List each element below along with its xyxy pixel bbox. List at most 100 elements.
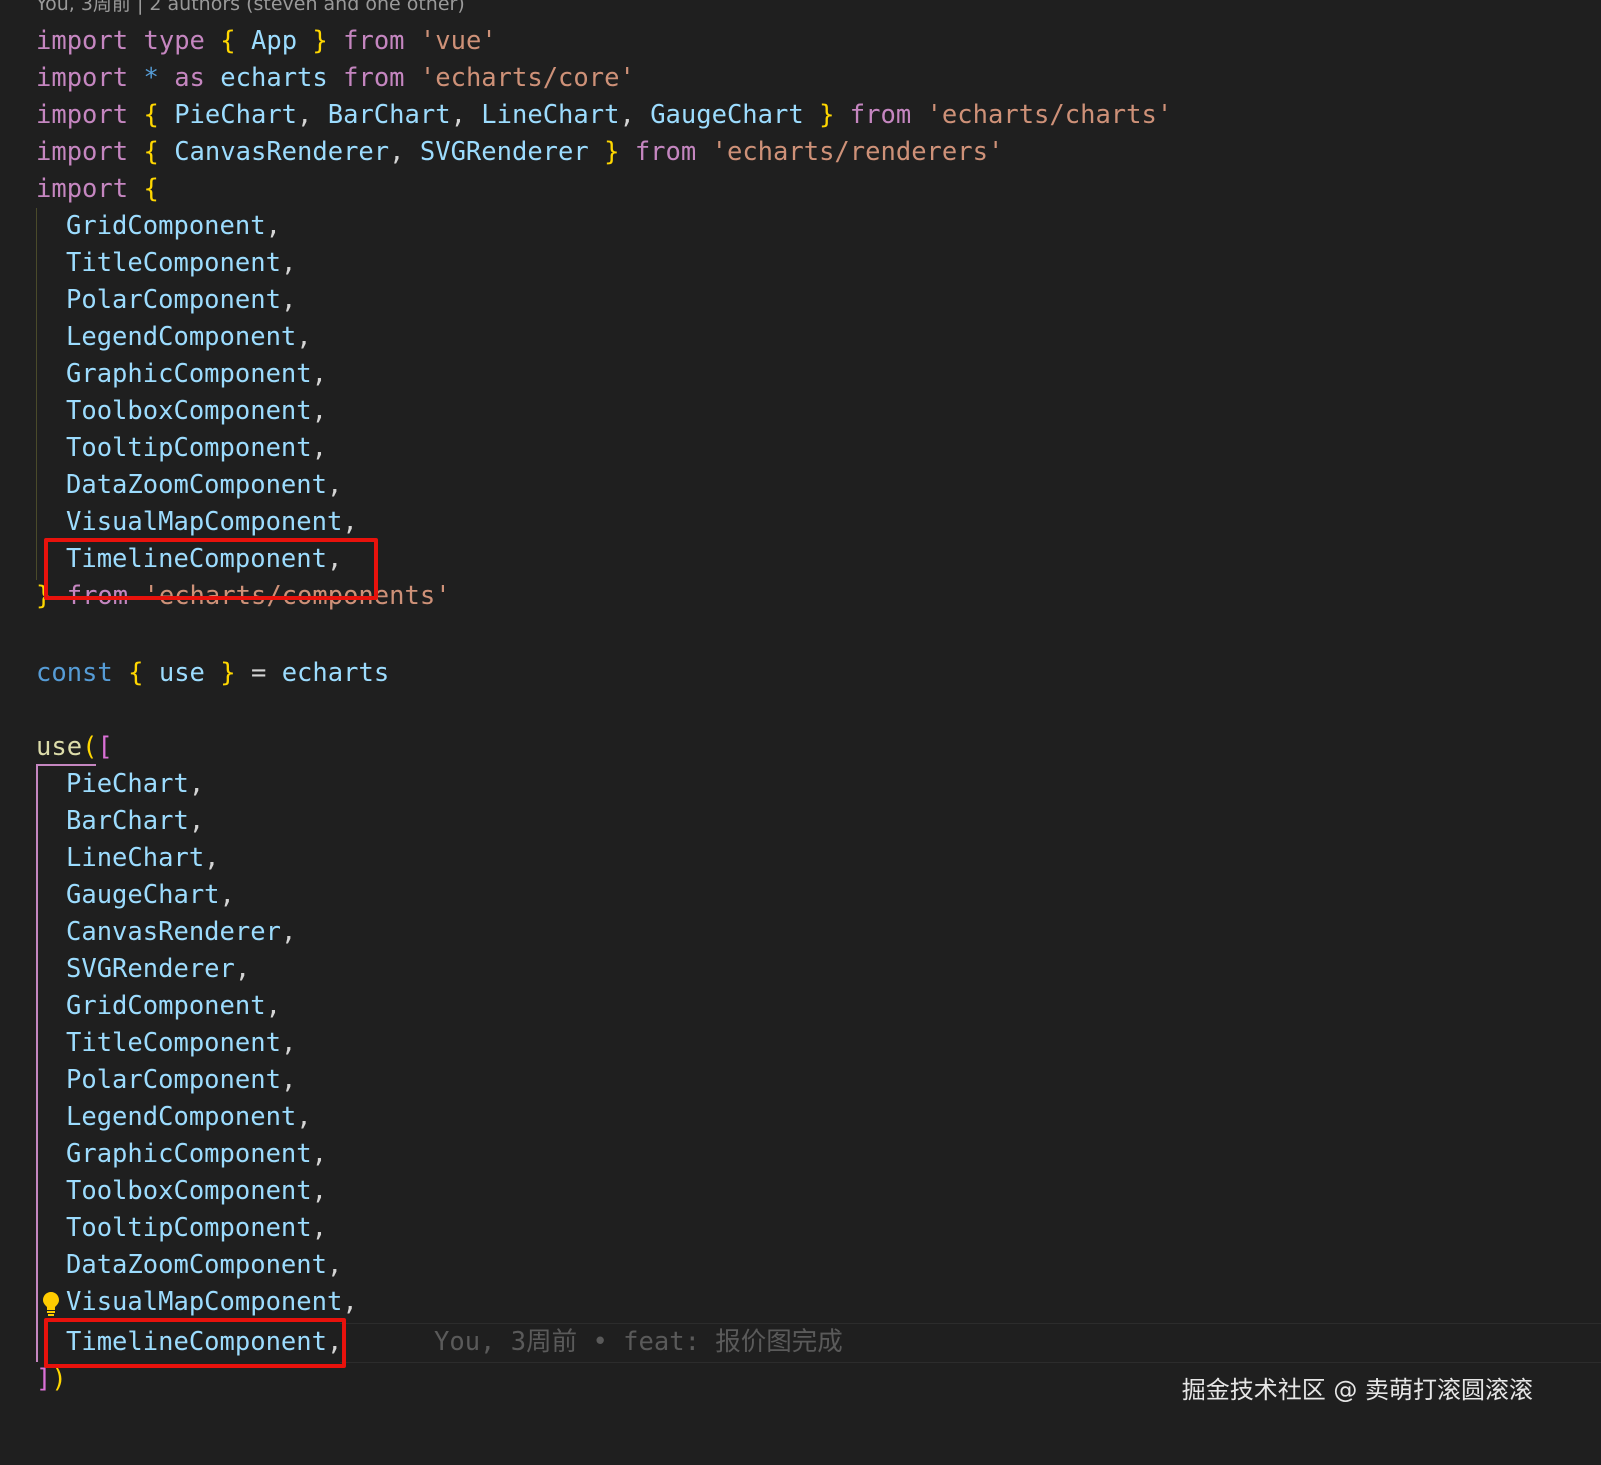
keyword: import (36, 174, 129, 204)
identifier: TooltipComponent (66, 1213, 312, 1243)
identifier: DataZoomComponent (66, 1250, 327, 1280)
string-literal: 'echarts/renderers' (711, 137, 1004, 167)
bracket: [ (97, 732, 113, 762)
code-line-5: import { (36, 170, 159, 208)
identifier: VisualMapComponent (66, 1287, 343, 1317)
import-item: LegendComponent, (66, 322, 312, 352)
lightbulb-icon[interactable] (42, 1291, 60, 1317)
string-literal: 'vue' (419, 26, 497, 56)
git-blame-codelens[interactable]: You, 3周前 | 2 authors (steven and one oth… (36, 0, 465, 15)
identifier: echarts (281, 658, 390, 688)
brace: { (143, 137, 159, 167)
inline-git-blame: You, 3周前 • feat: 报价图完成 (434, 1327, 843, 1357)
use-item: CanvasRenderer, (66, 917, 297, 947)
paren: ) (51, 1364, 67, 1394)
use-item: DataZoomComponent, (66, 1250, 343, 1280)
paren: ( (82, 732, 98, 762)
import-item: ToolboxComponent, (66, 396, 327, 426)
identifier: CanvasRenderer (66, 917, 281, 947)
identifier: ToolboxComponent (66, 396, 312, 426)
import-item: TooltipComponent, (66, 433, 327, 463)
identifier: CanvasRenderer (174, 137, 390, 167)
identifier: GaugeChart (66, 880, 220, 910)
identifier: PieChart (66, 769, 189, 799)
use-item: SVGRenderer, (66, 954, 251, 984)
use-item: ToolboxComponent, (66, 1176, 327, 1206)
use-item: GaugeChart, (66, 880, 235, 910)
keyword: as (174, 63, 205, 93)
use-item: BarChart, (66, 806, 205, 836)
keyword: import (36, 63, 129, 93)
import-item: GridComponent, (66, 211, 281, 241)
identifier: App (250, 26, 298, 56)
identifier: DataZoomComponent (66, 470, 327, 500)
identifier: LineChart (66, 843, 205, 873)
keyword: const (36, 658, 113, 688)
keyword: from (343, 26, 405, 56)
keyword: from (343, 63, 405, 93)
identifier: LegendComponent (66, 322, 297, 352)
string-literal: 'echarts/charts' (926, 100, 1173, 130)
keyword: from (634, 137, 697, 167)
identifier: echarts (220, 63, 328, 93)
use-item: GraphicComponent, (66, 1139, 327, 1169)
use-item: TitleComponent, (66, 1028, 297, 1058)
identifier: TitleComponent (66, 248, 281, 278)
identifier: BarChart (327, 100, 451, 130)
use-item: LineChart, (66, 843, 220, 873)
operator: * (143, 63, 159, 93)
use-item: VisualMapComponent, (66, 1287, 358, 1317)
identifier: BarChart (66, 806, 189, 836)
brace: } (312, 26, 328, 56)
code-line-3: import { PieChart, BarChart, LineChart, … (36, 100, 1173, 130)
identifier: GaugeChart (650, 100, 804, 130)
identifier: LegendComponent (66, 1102, 297, 1132)
identifier: use (158, 658, 205, 688)
watermark: 掘金技术社区 @ 卖萌打滚圆滚滚 (1181, 1376, 1533, 1404)
import-item: GraphicComponent, (66, 359, 327, 389)
keyword: from (849, 100, 912, 130)
brace: { (143, 174, 159, 204)
identifier: SVGRenderer (66, 954, 235, 984)
use-item: TooltipComponent, (66, 1213, 327, 1243)
const-line: const { use } = echarts (36, 654, 389, 692)
import-item: VisualMapComponent, (66, 507, 358, 537)
identifier: GraphicComponent (66, 1139, 312, 1169)
import-item: DataZoomComponent, (66, 470, 343, 500)
keyword: import (36, 26, 129, 56)
brace: { (220, 26, 236, 56)
brace: { (128, 658, 144, 688)
use-item: LegendComponent, (66, 1102, 312, 1132)
use-item: GridComponent, (66, 991, 281, 1021)
code-editor[interactable]: You, 3周前 | 2 authors (steven and one oth… (0, 0, 1601, 1465)
highlight-box-use (44, 1318, 346, 1368)
bracket: ] (36, 1364, 52, 1394)
identifier: PolarComponent (66, 285, 281, 315)
keyword: import (36, 137, 129, 167)
identifier: TitleComponent (66, 1028, 281, 1058)
identifier: TooltipComponent (66, 433, 312, 463)
operator: = (250, 658, 267, 688)
highlight-box-import (44, 538, 378, 600)
code-line-1: import type { App } from 'vue' (36, 22, 497, 60)
use-item: PolarComponent, (66, 1065, 297, 1095)
use-call-open: use([ (36, 728, 113, 766)
identifier: GridComponent (66, 991, 266, 1021)
code-line-2: import * as echarts from 'echarts/core' (36, 59, 635, 97)
import-item: PolarComponent, (66, 285, 297, 315)
identifier: PolarComponent (66, 1065, 281, 1095)
string-literal: 'echarts/core' (419, 63, 635, 93)
import-item: TitleComponent, (66, 248, 297, 278)
brace: } (220, 658, 236, 688)
brace: { (143, 100, 159, 130)
brace: } (604, 137, 620, 167)
identifier: GridComponent (66, 211, 266, 241)
identifier: LineChart (481, 100, 620, 130)
identifier: VisualMapComponent (66, 507, 343, 537)
keyword: import (36, 100, 129, 130)
brace: } (819, 100, 835, 130)
identifier: SVGRenderer (419, 137, 589, 167)
keyword: type (143, 26, 205, 56)
code-line-4: import { CanvasRenderer, SVGRenderer } f… (36, 137, 1004, 167)
identifier: PieChart (174, 100, 298, 130)
